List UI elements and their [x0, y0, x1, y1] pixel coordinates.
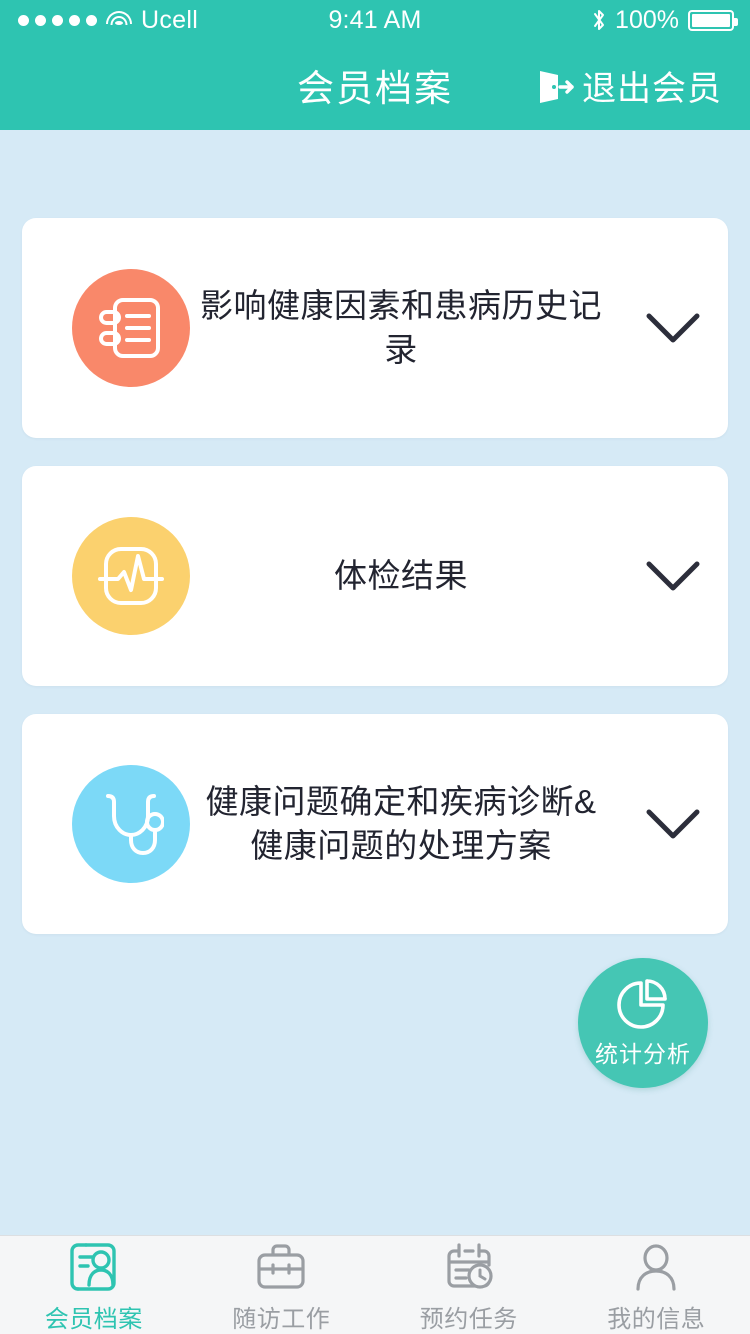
bottom-tab-bar: 会员档案 随访工作 预约任务 我的信息 [0, 1235, 750, 1334]
logout-member-button[interactable]: 退出会员 [532, 40, 722, 130]
exit-door-icon [532, 63, 576, 107]
tab-label: 随访工作 [232, 1305, 331, 1333]
expand-toggle[interactable] [618, 559, 728, 593]
signal-dot [18, 14, 29, 26]
tab-member-profile[interactable]: 会员档案 [0, 1236, 188, 1334]
pie-chart-icon [615, 977, 671, 1035]
card-exam-results[interactable]: 体检结果 [22, 466, 728, 686]
signal-dot [35, 14, 46, 26]
tab-my-info[interactable]: 我的信息 [563, 1236, 750, 1334]
signal-dot [69, 14, 80, 26]
notebook-icon [72, 269, 190, 387]
statistics-analysis-label: 统计分析 [595, 1041, 691, 1067]
card-title: 体检结果 [334, 557, 468, 595]
signal-strength-dots [18, 14, 97, 26]
calendar-clock-icon [443, 1241, 495, 1293]
status-bar-clock: 9:41 AM [328, 5, 422, 34]
battery-percent-label: 100% [615, 5, 679, 34]
carrier-label: Ucell [141, 5, 199, 34]
status-bar: Ucell 9:41 AM 100% [0, 0, 750, 40]
person-icon [630, 1241, 682, 1293]
expand-toggle[interactable] [618, 807, 728, 841]
card-title: 影响健康因素和患病历史记录 [200, 287, 602, 368]
app-screen: Ucell 9:41 AM 100% 会员档案 退出会员 影响健康因素和患病历史… [0, 0, 750, 1334]
chevron-down-icon [645, 559, 701, 593]
signal-dot [52, 14, 63, 26]
tab-followup-work[interactable]: 随访工作 [188, 1236, 376, 1334]
tab-label: 会员档案 [44, 1305, 143, 1333]
bluetooth-icon [592, 9, 606, 31]
briefcase-icon [255, 1241, 307, 1293]
stethoscope-icon [72, 765, 190, 883]
card-list: 影响健康因素和患病历史记录 体检结果 健康问题确定和疾病诊断&健康问题的处理方案 [0, 218, 750, 962]
chevron-down-icon [645, 807, 701, 841]
heartbeat-monitor-icon [72, 517, 190, 635]
tab-label: 我的信息 [607, 1305, 706, 1333]
expand-toggle[interactable] [618, 311, 728, 345]
signal-dot [86, 14, 97, 26]
member-profile-icon [68, 1241, 120, 1293]
tab-appointment-tasks[interactable]: 预约任务 [375, 1236, 563, 1334]
wifi-icon [106, 11, 132, 29]
card-health-factors[interactable]: 影响健康因素和患病历史记录 [22, 218, 728, 438]
logout-member-label: 退出会员 [582, 69, 722, 108]
statistics-analysis-button[interactable]: 统计分析 [578, 958, 708, 1088]
navigation-bar: 会员档案 退出会员 [0, 40, 750, 130]
tab-label: 预约任务 [419, 1305, 518, 1333]
chevron-down-icon [645, 311, 701, 345]
card-title: 健康问题确定和疾病诊断&健康问题的处理方案 [205, 783, 597, 864]
status-bar-left: Ucell [0, 6, 280, 35]
battery-icon [688, 9, 738, 31]
card-diagnosis-plan[interactable]: 健康问题确定和疾病诊断&健康问题的处理方案 [22, 714, 728, 934]
status-bar-right: 100% [470, 6, 750, 35]
